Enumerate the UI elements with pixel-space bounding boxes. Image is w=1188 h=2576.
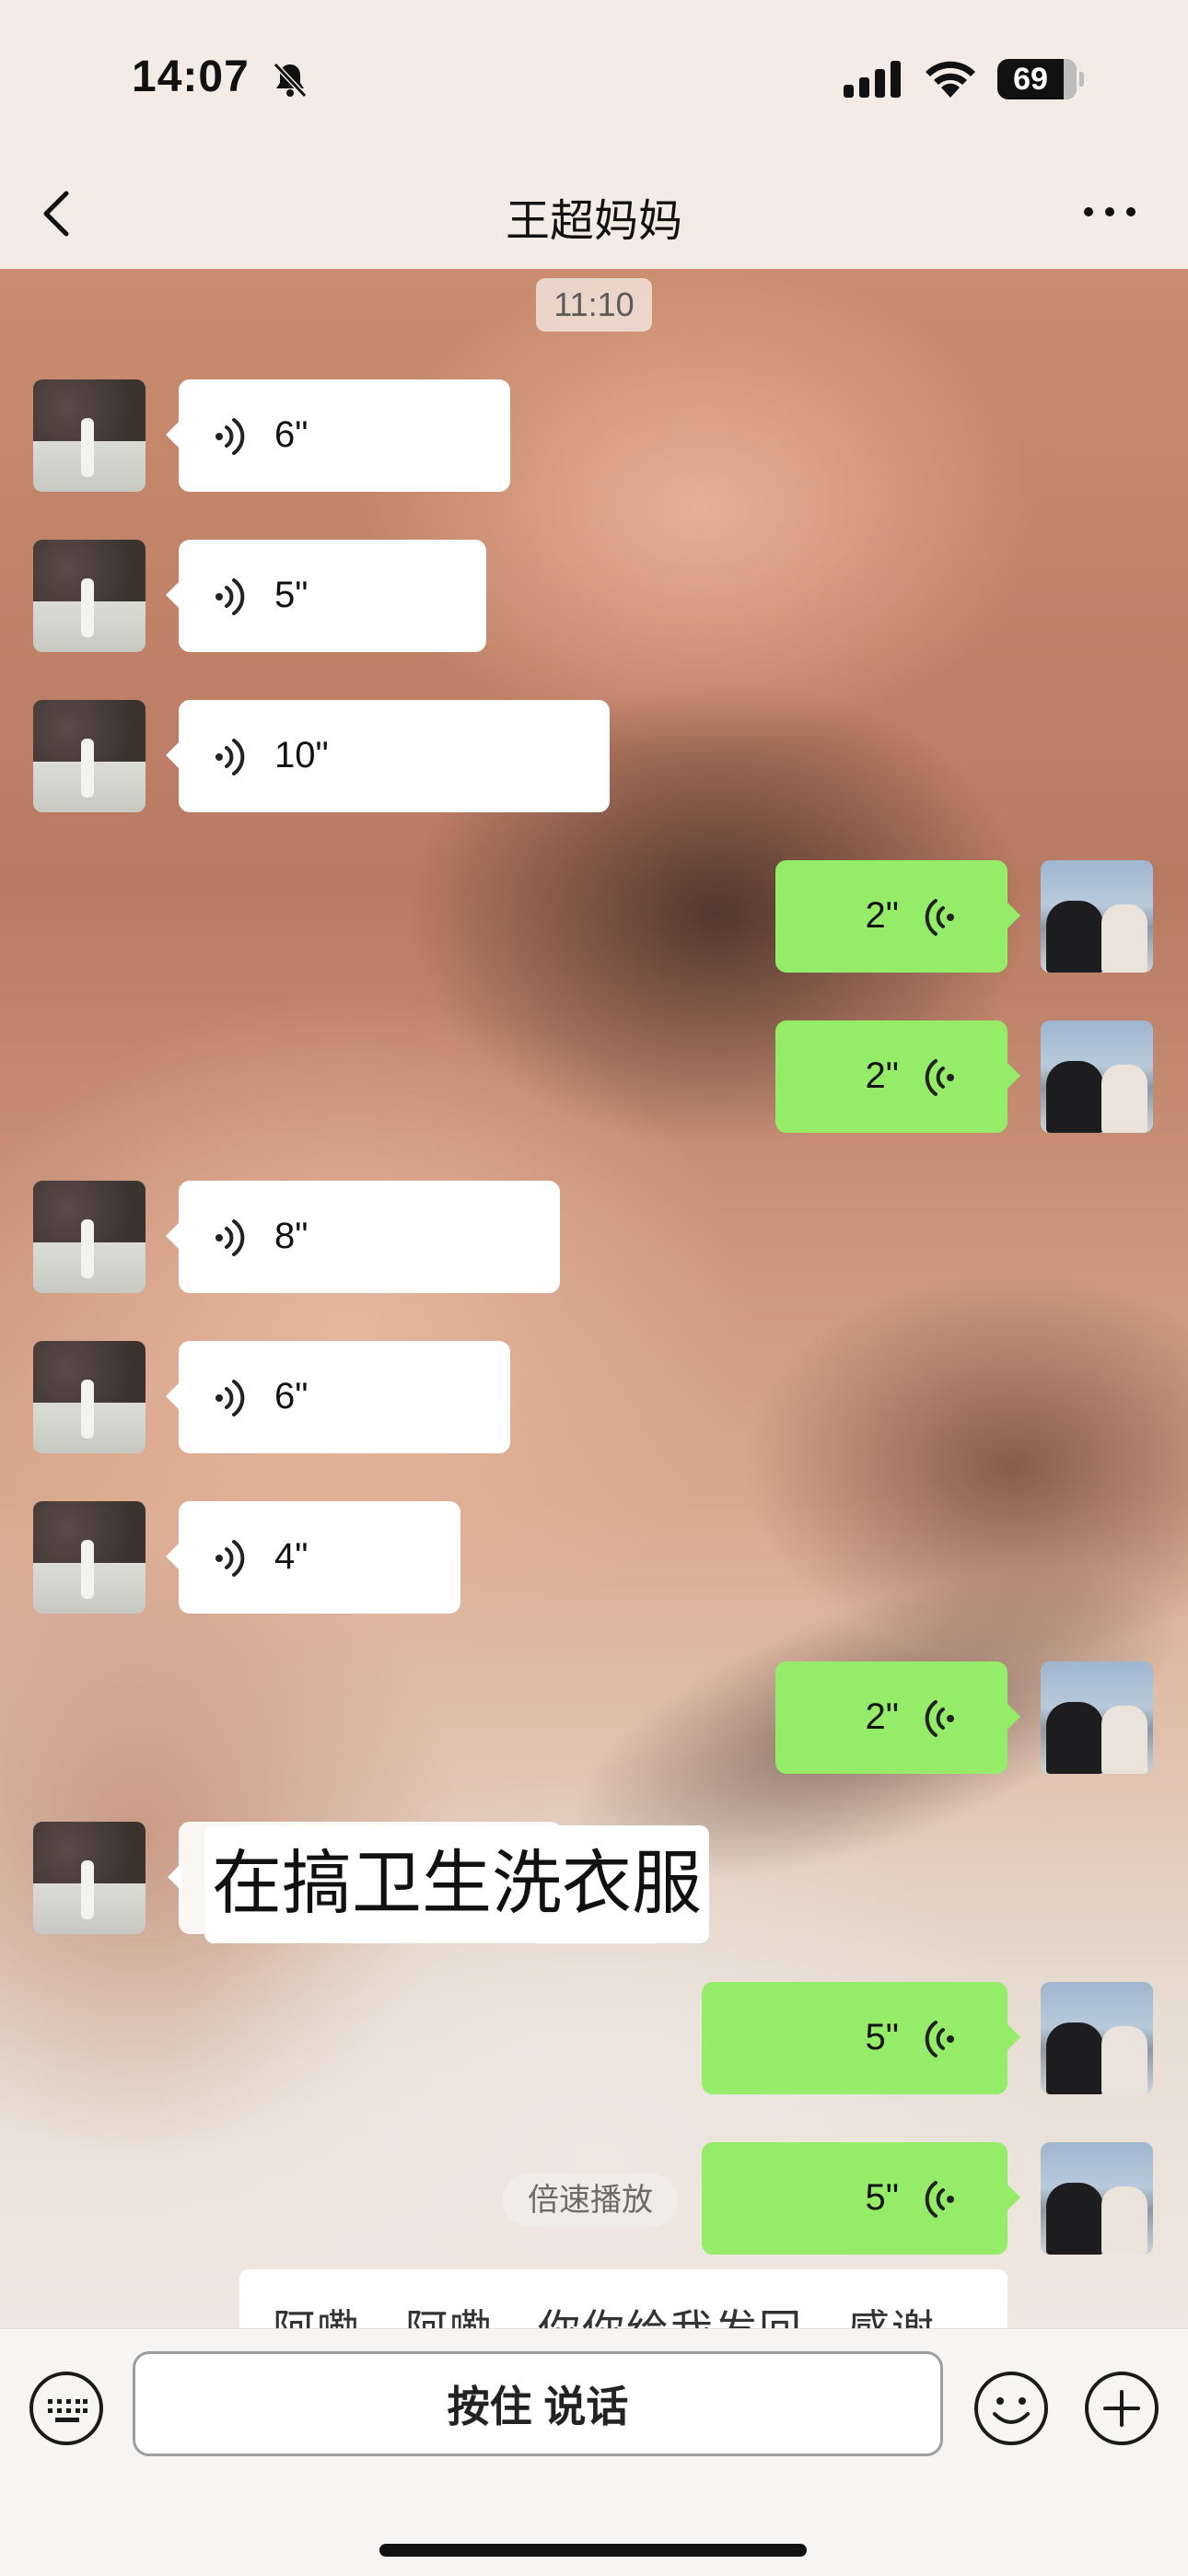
voice-message-incoming[interactable]: 8" [166,1181,560,1293]
chat-title: 王超妈妈 [505,197,682,246]
voice-wave-icon [925,1700,954,1737]
voice-duration: 2" [865,1055,899,1096]
text-message-incoming[interactable]: 在搞卫生洗衣服 [204,1825,709,1943]
my-avatar[interactable] [1041,860,1153,973]
voice-duration: 2" [865,1696,899,1737]
my-avatar[interactable] [1041,2142,1153,2255]
voice-wave-icon [215,1540,245,1577]
status-bar: 14:07 69 [0,0,1188,157]
contact-avatar[interactable] [33,1822,146,1934]
battery-level: 69 [1013,62,1048,97]
home-indicator[interactable] [379,2544,807,2557]
voice-duration: 5" [865,2177,899,2218]
playback-speed-button[interactable]: 倍速播放 [503,2174,678,2227]
voice-duration: 2" [865,895,899,936]
hold-to-talk-button[interactable]: 按住 说话 [133,2351,943,2456]
my-avatar[interactable] [1041,1661,1153,1774]
voice-duration: 6" [274,414,309,455]
battery-nub [1079,72,1084,87]
voice-wave-icon [215,1380,245,1416]
bubble-tail [168,1862,182,1892]
contact-avatar[interactable] [33,379,146,492]
battery-icon: 69 [997,59,1077,99]
voice-wave-icon [215,578,245,615]
my-avatar[interactable] [1041,1020,1153,1133]
voice-message-outgoing[interactable]: 2" [775,1661,1020,1774]
voice-duration: 10" [274,735,329,775]
voice-wave-icon [925,2021,954,2057]
voice-wave-icon [925,899,954,936]
status-time: 14:07 [132,52,250,101]
voice-message-outgoing[interactable]: 2" [775,1020,1020,1133]
voice-wave-icon [215,418,245,455]
voice-message-incoming[interactable]: 6" [166,1341,510,1453]
voice-duration: 4" [274,1536,309,1577]
voice-message-incoming[interactable]: 4" [166,1501,460,1614]
voice-message-incoming[interactable]: 6" [166,379,510,492]
bell-off-icon [273,62,308,99]
voice-wave-icon [925,2181,954,2218]
voice-wave-icon [215,739,245,775]
voice-message-incoming[interactable]: 10" [166,700,610,812]
voice-duration: 8" [274,1216,309,1256]
voice-message-outgoing[interactable]: 2" [775,860,1020,973]
emoji-icon[interactable] [973,2370,1050,2447]
contact-avatar[interactable] [33,700,146,812]
voice-wave-icon [925,1059,954,1096]
signal-icon [844,61,901,98]
my-avatar[interactable] [1041,1982,1153,2094]
voice-duration: 6" [274,1376,309,1416]
more-dots-icon[interactable] [1077,193,1142,230]
voice-message-outgoing[interactable]: 5" [702,1982,1020,2094]
transcription-text: 阿嘞，阿嘞，你你给我发回，感谢 [273,2297,936,2328]
voice-wave-icon [215,1219,245,1256]
message-timestamp: 11:10 [536,278,652,332]
voice-message-outgoing[interactable]: 5" [702,2142,1020,2255]
contact-avatar[interactable] [33,1181,146,1293]
voice-duration: 5" [274,575,309,615]
voice-transcription-card[interactable]: 阿嘞，阿嘞，你你给我发回，感谢 [239,2269,1007,2328]
contact-avatar[interactable] [33,1501,146,1614]
voice-message-incoming[interactable]: 5" [166,540,486,652]
voice-duration: 5" [865,2017,899,2057]
nav-bar: 王超妈妈 [0,157,1188,269]
keyboard-icon[interactable] [28,2370,105,2447]
wifi-icon [926,61,975,98]
input-bar: 按住 说话 [0,2328,1188,2576]
plus-icon[interactable] [1083,2370,1160,2447]
contact-avatar[interactable] [33,1341,146,1453]
contact-avatar[interactable] [33,540,146,652]
